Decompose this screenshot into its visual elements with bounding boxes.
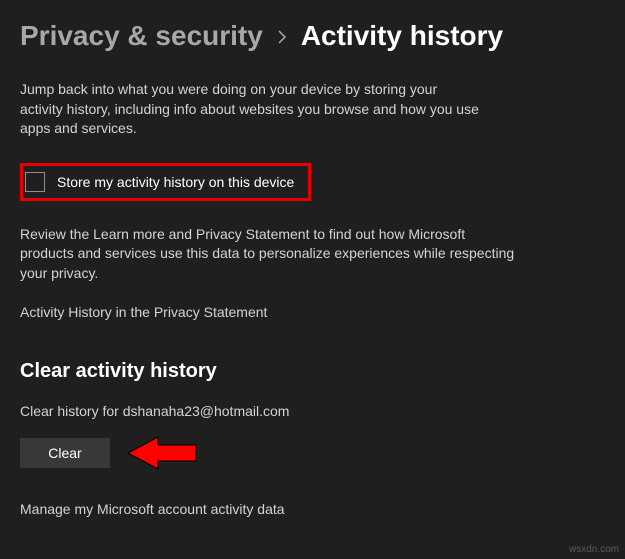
review-text: Review the Learn more and Privacy Statem… [20, 225, 520, 284]
clear-history-heading: Clear activity history [20, 360, 605, 383]
page-title: Activity history [301, 20, 503, 52]
store-history-label: Store my activity history on this device [57, 174, 294, 190]
breadcrumb-parent[interactable]: Privacy & security [20, 20, 263, 52]
watermark: wsxdn.com [569, 544, 619, 555]
clear-row: Clear [20, 433, 605, 473]
store-history-checkbox[interactable] [25, 172, 45, 192]
chevron-right-icon [277, 28, 287, 49]
privacy-statement-link[interactable]: Activity History in the Privacy Statemen… [20, 304, 267, 320]
manage-account-link[interactable]: Manage my Microsoft account activity dat… [20, 501, 285, 517]
clear-history-label: Clear history for dshanaha23@hotmail.com [20, 403, 605, 419]
intro-text: Jump back into what you were doing on yo… [20, 80, 480, 139]
arrow-left-icon [128, 433, 198, 473]
clear-button[interactable]: Clear [20, 438, 110, 468]
breadcrumb: Privacy & security Activity history [20, 20, 605, 52]
store-history-checkbox-row[interactable]: Store my activity history on this device [20, 163, 311, 201]
